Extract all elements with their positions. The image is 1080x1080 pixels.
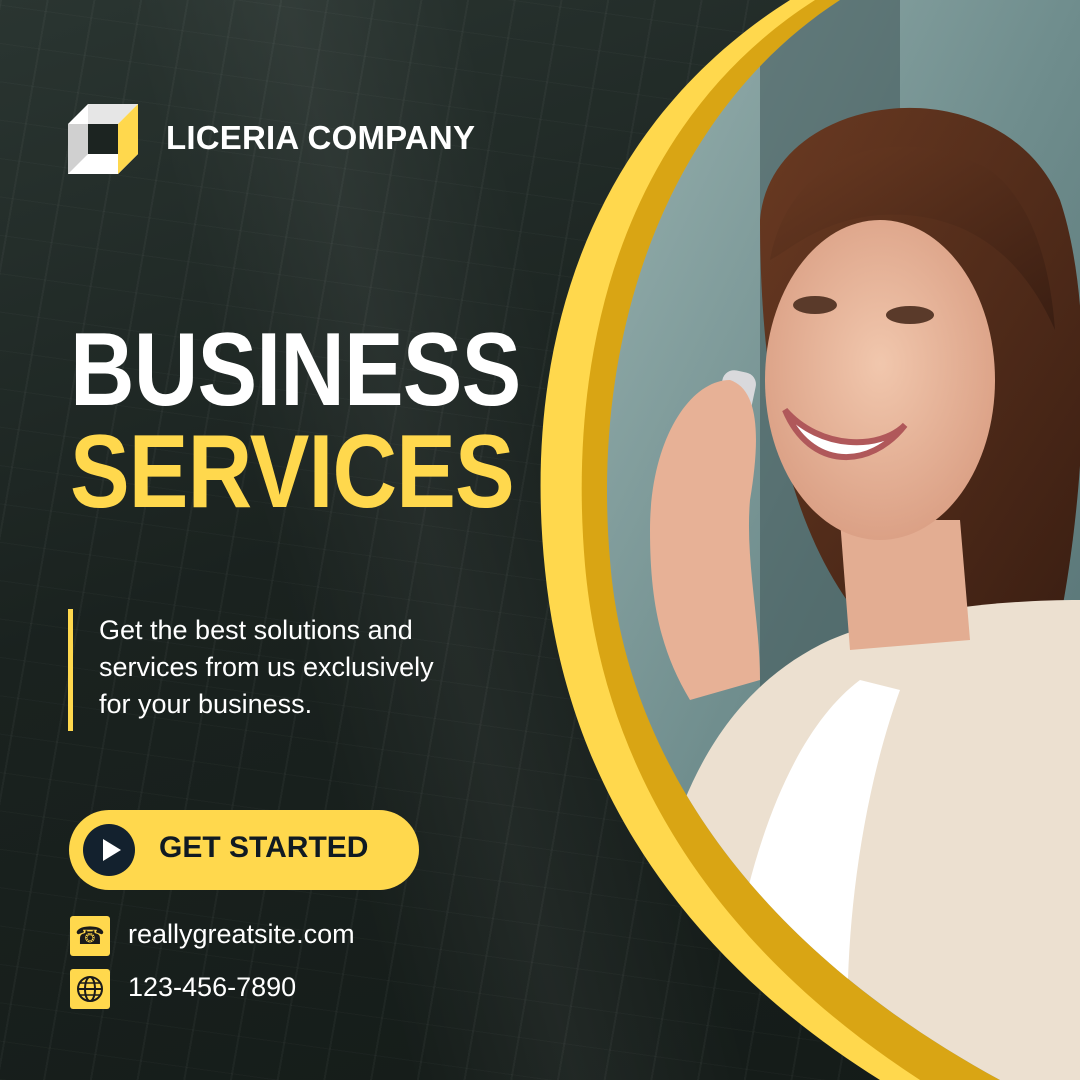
photo-panel [0, 0, 1080, 1080]
description-line: Get the best solutions and [99, 615, 413, 645]
phone-icon: ☎ [70, 916, 110, 956]
headline-line-2: SERVICES [70, 414, 515, 530]
play-icon [83, 824, 135, 876]
description-accent-bar [68, 609, 73, 731]
company-name: LICERIA COMPANY [166, 119, 476, 156]
get-started-button[interactable]: GET STARTED [69, 810, 419, 890]
promo-banner: LICERIA COMPANY BUSINESS SERVICES Get th… [0, 0, 1080, 1080]
description-line: for your business. [99, 689, 313, 719]
headline-line-1: BUSINESS [70, 312, 521, 428]
get-started-label: GET STARTED [159, 831, 369, 864]
description: Get the best solutions and services from… [99, 612, 519, 723]
phone-number-text[interactable]: 123-456-7890 [128, 972, 296, 1003]
globe-icon [70, 969, 110, 1009]
description-line: services from us exclusively [99, 652, 434, 682]
folded-square-logo-icon [68, 104, 138, 174]
website-text[interactable]: reallygreatsite.com [128, 919, 355, 950]
